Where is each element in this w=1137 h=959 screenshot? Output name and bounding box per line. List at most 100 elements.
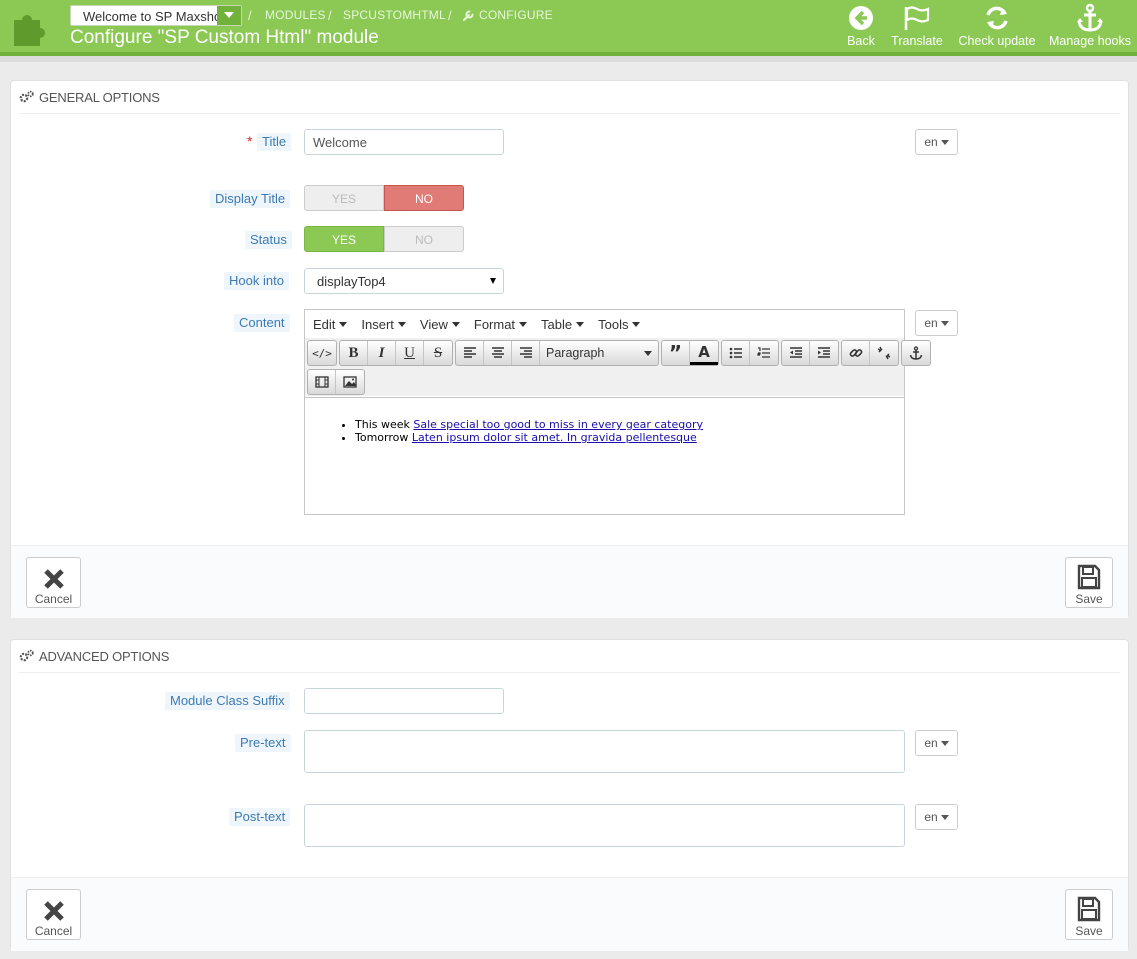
pre-text-language-dropdown[interactable]: en [915,730,958,756]
check-update-label: Check update [958,34,1036,48]
general-options-heading: GENERAL OPTIONS [19,81,1120,114]
strikethrough-icon[interactable]: S [424,341,452,365]
editor-content-area[interactable]: This week Sale special too good to miss … [305,397,904,514]
breadcrumb-configure-label: CONFIGURE [479,8,553,22]
editor-menubar: Edit Insert View Format Table Tools [305,310,904,338]
caret-down-icon [451,321,460,327]
rich-text-editor: Edit Insert View Format Table Tools </> … [304,309,931,515]
anchor-icon[interactable] [902,341,930,365]
breadcrumb-spcustomhtml[interactable]: SPCUSTOMHTML [343,8,446,22]
anchor-icon [1077,3,1103,32]
caret-down-icon [339,321,348,327]
caret-down-icon [490,278,496,284]
check-update-button[interactable]: Check update [955,2,1039,48]
save-button[interactable]: Save [1065,889,1113,940]
editor-toolbar-row-1: </> B I U S Paragraph ” A [307,340,931,366]
pre-text-textarea[interactable] [304,730,905,773]
bullet-list-icon[interactable] [722,341,750,365]
translate-label: Translate [891,34,943,48]
content-language-dropdown[interactable]: en [915,310,958,336]
numbered-list-icon[interactable] [750,341,778,365]
caret-down-icon [940,814,949,820]
close-icon [43,901,64,921]
header-shadow [0,56,1137,62]
breadcrumb-modules[interactable]: MODULES [265,8,326,22]
advanced-options-title: ADVANCED OPTIONS [39,648,170,664]
menu-table[interactable]: Table [541,316,585,332]
required-mark: * [247,133,253,149]
general-options-panel: GENERAL OPTIONS * Title Welcome en Displ… [10,80,1129,618]
post-text-label: Post-text [229,808,291,826]
caret-down-icon [940,139,949,145]
title-label: Title [257,133,292,151]
status-no[interactable]: NO [384,226,464,252]
language-code: en [924,316,938,330]
align-right-icon[interactable] [512,341,540,365]
status-switch: YES NO [304,226,464,252]
list-item-prefix: Tomorrow [355,431,409,444]
italic-icon[interactable]: I [368,341,396,365]
display-title-yes[interactable]: YES [304,185,384,211]
refresh-icon [986,6,1008,30]
format-select[interactable]: Paragraph [540,341,658,365]
menu-tools-label: Tools [598,316,629,332]
unlink-icon[interactable] [870,341,898,365]
title-language-dropdown[interactable]: en [915,129,958,155]
list-item: Tomorrow Laten ipsum dolor sit amet. In … [355,431,904,444]
title-input[interactable]: Welcome [304,129,504,155]
link-icon[interactable] [842,341,870,365]
menu-view-label: View [419,316,448,332]
blockquote-icon[interactable]: ” [662,341,690,365]
align-center-icon[interactable] [484,341,512,365]
source-code-icon[interactable]: </> [308,341,336,365]
save-label: Save [1075,924,1103,938]
menu-tools[interactable]: Tools [598,316,641,332]
status-yes[interactable]: YES [304,226,384,252]
general-options-footer: Cancel Save [11,545,1128,618]
underline-icon[interactable]: U [396,341,424,365]
cancel-button[interactable]: Cancel [26,557,81,608]
cancel-button[interactable]: Cancel [26,889,81,940]
menu-edit-label: Edit [313,316,336,332]
chevron-down-icon [217,6,241,25]
back-arrow-icon [849,6,873,30]
menu-table-label: Table [541,316,573,332]
media-icon[interactable] [308,370,336,394]
puzzle-icon [14,15,45,46]
module-class-suffix-input[interactable] [304,688,504,714]
menu-edit[interactable]: Edit [313,316,348,332]
editor-content-list: This week Sale special too good to miss … [355,418,904,444]
bold-icon[interactable]: B [340,341,368,365]
manage-hooks-button[interactable]: Manage hooks [1046,2,1134,48]
align-left-icon[interactable] [456,341,484,365]
display-title-no[interactable]: NO [384,185,464,211]
advanced-options-panel: ADVANCED OPTIONS Module Class Suffix Pre… [10,639,1129,951]
menu-view[interactable]: View [420,317,460,332]
hook-label: Hook into [224,272,289,290]
outdent-icon[interactable] [782,341,810,365]
hook-select-value: displayTop4 [317,274,386,289]
status-label: Status [245,231,292,249]
image-icon[interactable] [336,370,364,394]
menu-insert[interactable]: Insert [361,317,406,332]
hook-select[interactable]: displayTop4 [304,268,504,294]
indent-icon[interactable] [810,341,838,365]
language-code: en [924,810,938,824]
text-color-icon[interactable]: A [690,341,718,365]
post-text-language-dropdown[interactable]: en [915,804,958,830]
shop-selector[interactable]: Welcome to SP Maxshop [70,5,242,26]
save-label: Save [1075,592,1103,606]
caret-down-icon [576,321,585,327]
post-text-textarea[interactable] [304,804,905,847]
list-item-link[interactable]: Sale special too good to miss in every g… [413,418,703,431]
save-button[interactable]: Save [1065,557,1113,608]
back-button[interactable]: Back [842,2,880,48]
format-select-value: Paragraph [546,346,605,360]
list-item-link[interactable]: Laten ipsum dolor sit amet. In gravida p… [412,431,697,444]
list-item: This week Sale special too good to miss … [355,418,904,431]
translate-button[interactable]: Translate [888,2,946,48]
display-title-label: Display Title [210,190,291,208]
language-code: en [924,736,938,750]
menu-format[interactable]: Format [474,317,528,332]
flag-icon [904,6,930,30]
